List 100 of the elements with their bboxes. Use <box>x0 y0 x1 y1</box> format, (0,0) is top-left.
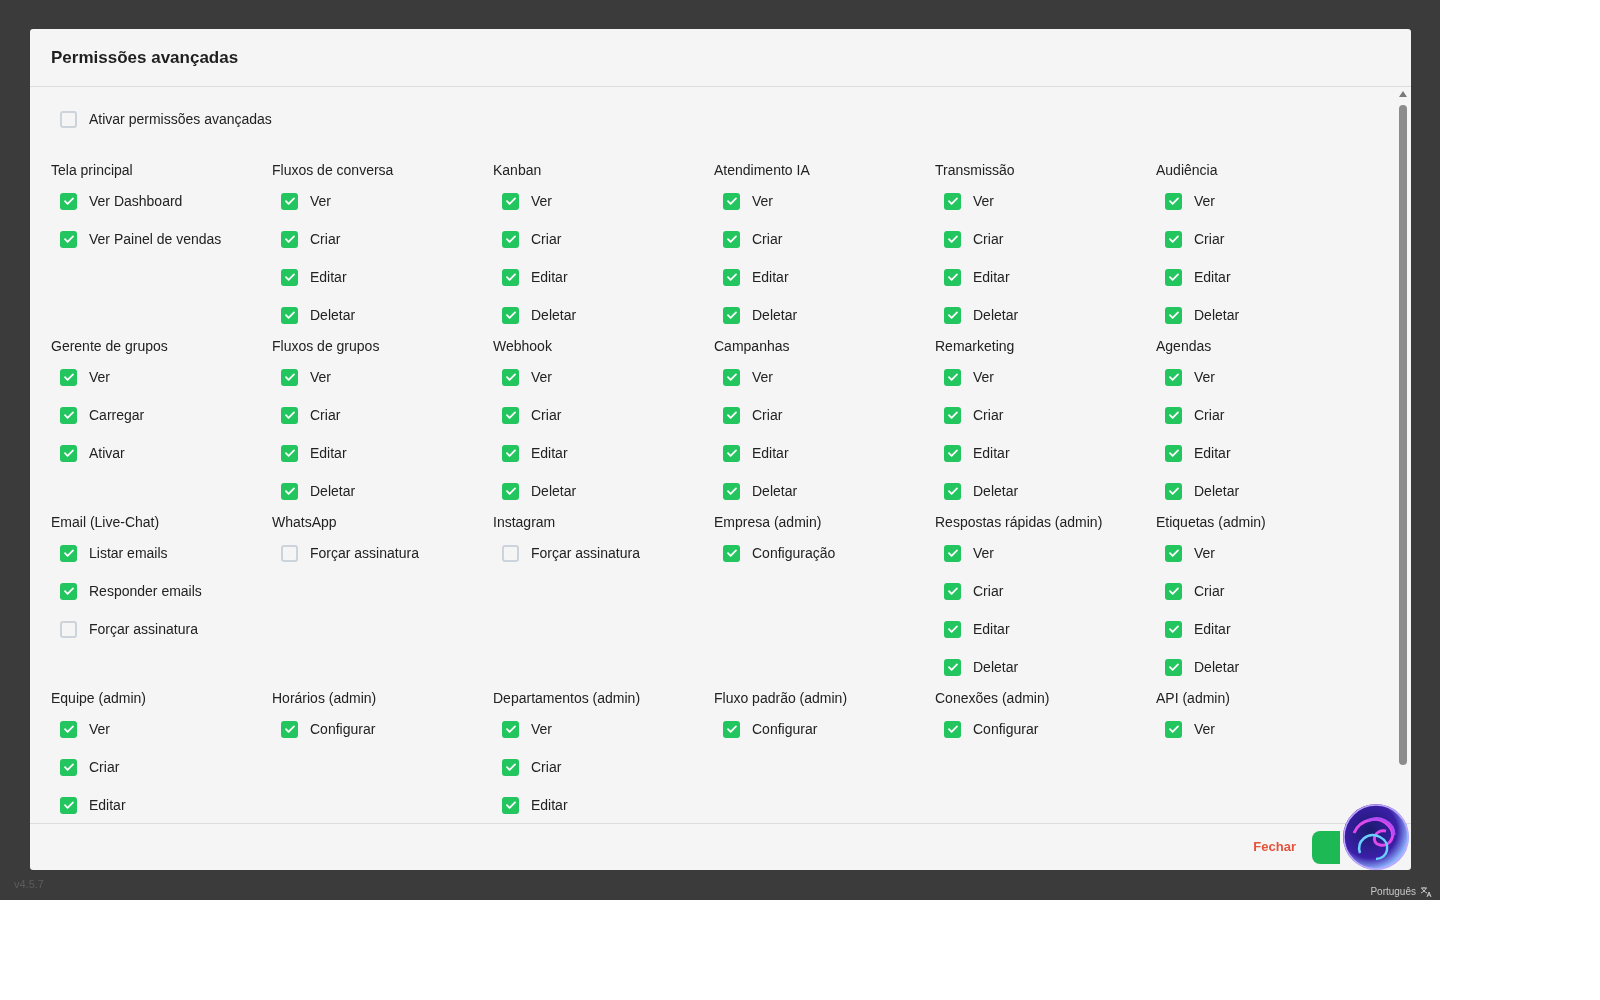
checkbox[interactable] <box>1165 306 1182 324</box>
checkbox-label: Ver <box>973 543 994 563</box>
check-icon <box>946 661 959 673</box>
checkbox[interactable] <box>1165 192 1182 210</box>
assistant-orb-icon[interactable] <box>1342 803 1410 871</box>
checkbox[interactable] <box>60 796 77 814</box>
checkbox[interactable] <box>281 230 298 248</box>
checkbox-label: Criar <box>973 405 1004 425</box>
check-icon <box>725 233 738 245</box>
check-icon <box>946 723 959 735</box>
checkbox[interactable] <box>60 230 77 248</box>
check-icon <box>1167 371 1180 383</box>
checkbox[interactable] <box>281 192 298 210</box>
checkbox[interactable] <box>944 444 961 462</box>
checkbox[interactable] <box>723 368 740 386</box>
checkbox[interactable] <box>723 268 740 286</box>
checkbox-label: Editar <box>752 443 789 463</box>
scroll-up-icon[interactable] <box>1399 91 1407 97</box>
checkbox[interactable] <box>60 406 77 424</box>
checkbox-label: Deletar <box>531 305 577 325</box>
checkbox[interactable] <box>1165 230 1182 248</box>
checkbox-label: Criar <box>310 405 341 425</box>
checkbox-label: Ver <box>973 367 994 387</box>
checkbox[interactable] <box>1165 444 1182 462</box>
checkbox[interactable] <box>1165 368 1182 386</box>
checkbox[interactable] <box>60 544 77 562</box>
checkbox[interactable] <box>60 444 77 462</box>
checkbox[interactable] <box>1165 620 1182 638</box>
checkbox[interactable] <box>502 796 519 814</box>
checkbox[interactable] <box>1165 658 1182 676</box>
checkbox-label: Deletar <box>1194 305 1240 325</box>
checkbox-label: Editar <box>89 795 126 815</box>
checkbox[interactable] <box>60 758 77 776</box>
check-icon <box>283 723 296 735</box>
checkbox[interactable] <box>1165 544 1182 562</box>
checkbox[interactable] <box>281 406 298 424</box>
check-icon <box>1167 271 1180 283</box>
language-label[interactable]: Português <box>1370 884 1416 899</box>
checkbox[interactable] <box>1165 482 1182 500</box>
translate-icon[interactable] <box>1420 885 1432 898</box>
checkbox[interactable] <box>281 482 298 500</box>
checkbox[interactable] <box>723 544 740 562</box>
checkbox[interactable] <box>281 544 298 562</box>
checkbox[interactable] <box>723 482 740 500</box>
checkbox[interactable] <box>944 658 961 676</box>
checkbox[interactable] <box>944 406 961 424</box>
checkbox[interactable] <box>1165 720 1182 738</box>
checkbox[interactable] <box>502 368 519 386</box>
checkbox[interactable] <box>944 544 961 562</box>
checkbox[interactable] <box>281 306 298 324</box>
checkbox[interactable] <box>944 720 961 738</box>
checkbox[interactable] <box>60 110 77 128</box>
check-icon <box>504 271 517 283</box>
checkbox[interactable] <box>502 758 519 776</box>
checkbox[interactable] <box>502 268 519 286</box>
checkbox[interactable] <box>60 582 77 600</box>
check-icon <box>946 371 959 383</box>
action-button[interactable] <box>1312 830 1340 864</box>
check-icon <box>283 371 296 383</box>
checkbox-label: Forçar assinatura <box>310 543 419 563</box>
checkbox[interactable] <box>281 720 298 738</box>
checkbox[interactable] <box>60 620 77 638</box>
checkbox-label: Deletar <box>310 481 356 501</box>
check-icon <box>504 761 517 773</box>
checkbox[interactable] <box>60 720 77 738</box>
checkbox-label: Deletar <box>973 481 1019 501</box>
check-icon <box>1167 447 1180 459</box>
checkbox[interactable] <box>944 306 961 324</box>
checkbox[interactable] <box>1165 268 1182 286</box>
checkbox[interactable] <box>502 482 519 500</box>
checkbox[interactable] <box>944 582 961 600</box>
checkbox[interactable] <box>502 544 519 562</box>
checkbox[interactable] <box>944 368 961 386</box>
checkbox[interactable] <box>944 620 961 638</box>
checkbox[interactable] <box>502 192 519 210</box>
checkbox[interactable] <box>281 444 298 462</box>
checkbox[interactable] <box>944 482 961 500</box>
checkbox[interactable] <box>944 268 961 286</box>
checkbox[interactable] <box>60 368 77 386</box>
checkbox[interactable] <box>502 306 519 324</box>
checkbox[interactable] <box>281 268 298 286</box>
checkbox[interactable] <box>1165 582 1182 600</box>
checkbox[interactable] <box>1165 406 1182 424</box>
checkbox[interactable] <box>723 306 740 324</box>
checkbox[interactable] <box>502 230 519 248</box>
checkbox-label: Criar <box>1194 581 1225 601</box>
checkbox[interactable] <box>60 192 77 210</box>
checkbox[interactable] <box>502 406 519 424</box>
checkbox[interactable] <box>723 444 740 462</box>
checkbox[interactable] <box>281 368 298 386</box>
checkbox[interactable] <box>723 192 740 210</box>
check-icon <box>725 447 738 459</box>
checkbox[interactable] <box>944 192 961 210</box>
checkbox[interactable] <box>723 406 740 424</box>
checkbox[interactable] <box>502 720 519 738</box>
scrollbar-thumb[interactable] <box>1399 105 1407 765</box>
checkbox[interactable] <box>944 230 961 248</box>
checkbox[interactable] <box>723 720 740 738</box>
checkbox[interactable] <box>723 230 740 248</box>
checkbox[interactable] <box>502 444 519 462</box>
